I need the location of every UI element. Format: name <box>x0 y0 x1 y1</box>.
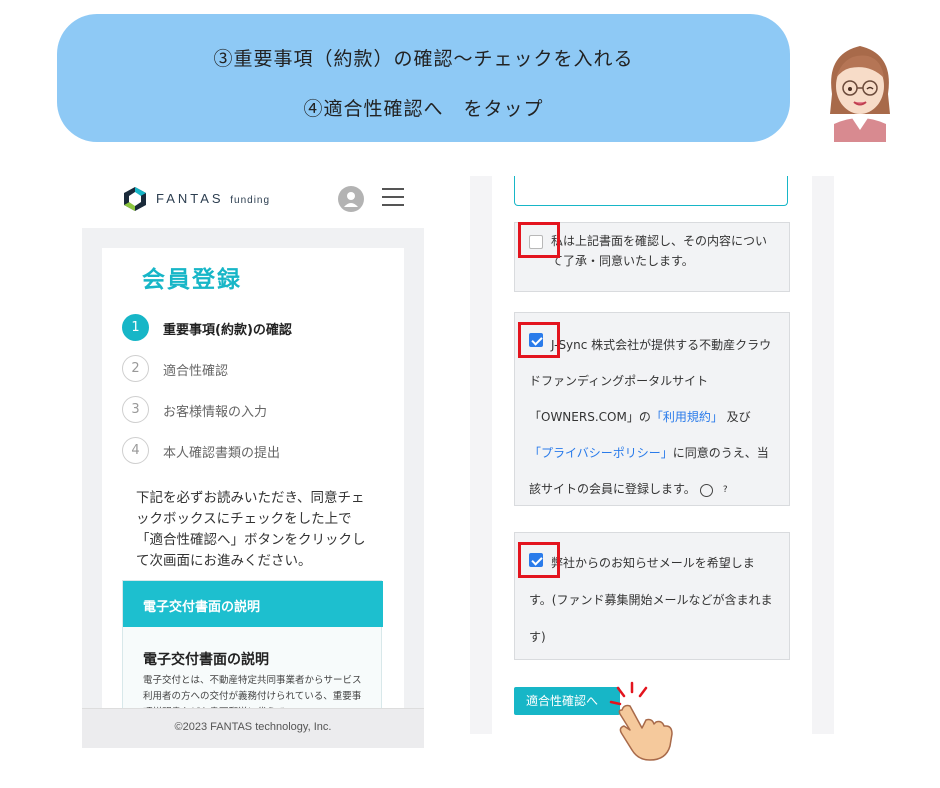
step-number: 4 <box>122 437 149 464</box>
agreement-text-2-part2: 及び <box>726 410 751 424</box>
step-number: 3 <box>122 396 149 423</box>
help-icon[interactable]: ? <box>699 484 728 497</box>
step-label: 重要事項(約款)の確認 <box>163 323 292 338</box>
instruction-step-4: ④適合性確認へ をタップ <box>303 98 544 120</box>
agreement-text-3: 弊社からのお知らせメールを希望します。(ファンド募集開始メールなどが含まれます) <box>529 556 773 644</box>
step-number: 2 <box>122 355 149 382</box>
user-account-icon[interactable] <box>338 186 364 212</box>
brand-sub: funding <box>230 195 271 206</box>
step-number: 1 <box>122 314 149 341</box>
hamburger-menu-icon[interactable] <box>382 188 404 208</box>
step-1: 1 重要事項(約款)の確認 <box>122 314 382 342</box>
step-2: 2 適合性確認 <box>122 355 382 383</box>
section-header[interactable]: 電子交付書面の説明 <box>123 581 383 627</box>
avatar-illustration-icon <box>830 46 890 142</box>
step-3: 3 お客様情報の入力 <box>122 396 382 424</box>
highlight-box-1 <box>518 222 560 258</box>
page-title: 会員登録 <box>142 267 242 293</box>
copyright-text: ©2023 FANTAS technology, Inc. <box>174 721 332 733</box>
step-4: 4 本人確認書類の提出 <box>122 437 382 465</box>
step-label: お客様情報の入力 <box>163 405 268 420</box>
copyright-footer: ©2023 FANTAS technology, Inc. <box>82 708 424 748</box>
highlight-box-2 <box>518 322 560 358</box>
intro-text: 下記を必ずお読みいただき、同意チェックボックスにチェックをした上で「適合性確認へ… <box>136 490 366 569</box>
document-section: 電子交付書面の説明 電子交付書面の説明 電子交付とは、不動産特定共同事業者からサ… <box>122 580 383 708</box>
step-label: 本人確認書類の提出 <box>163 446 281 461</box>
section-subtitle: 電子交付書面の説明 <box>143 652 269 668</box>
privacy-policy-link[interactable]: 「プライバシーポリシー」 <box>529 446 673 460</box>
brand-logo-text: FANTAS funding <box>156 191 270 206</box>
tap-hand-icon <box>609 681 673 761</box>
section-body: 電子交付とは、不動産特定共同事業者からサービス利用者の方への交付が義務付けられて… <box>143 675 362 708</box>
right-phone-screenshot: 私は上記書面を確認し、その内容について了承・同意いたします。 J-Sync 株式… <box>470 176 834 734</box>
agreement-panel: 私は上記書面を確認し、その内容について了承・同意いたします。 J-Sync 株式… <box>492 176 812 734</box>
app-header: FANTAS funding <box>82 168 424 228</box>
brand-name: FANTAS <box>156 191 224 206</box>
terms-of-use-link[interactable]: 「利用規約」 <box>651 410 723 424</box>
instruction-step-3: ③重要事項（約款）の確認〜チェックを入れる <box>213 48 634 70</box>
instruction-banner: ③重要事項（約款）の確認〜チェックを入れる ④適合性確認へ をタップ <box>57 14 790 142</box>
document-scroll-area[interactable] <box>514 176 788 206</box>
fantas-logo-icon <box>124 187 146 211</box>
step-label: 適合性確認 <box>163 364 229 379</box>
agreement-text-2: J-Sync 株式会社が提供する不動産クラウドファンディングポータルサイト「OW… <box>529 327 777 507</box>
highlight-box-3 <box>518 542 560 578</box>
agreement-text-1: 私は上記書面を確認し、その内容について了承・同意いたします。 <box>551 234 768 268</box>
left-phone-screenshot: FANTAS funding 会員登録 1 重要事項(約款)の確認 2 適合性確… <box>82 168 424 748</box>
registration-card: 会員登録 1 重要事項(約款)の確認 2 適合性確認 3 お客様情報の入力 4 … <box>102 248 404 708</box>
